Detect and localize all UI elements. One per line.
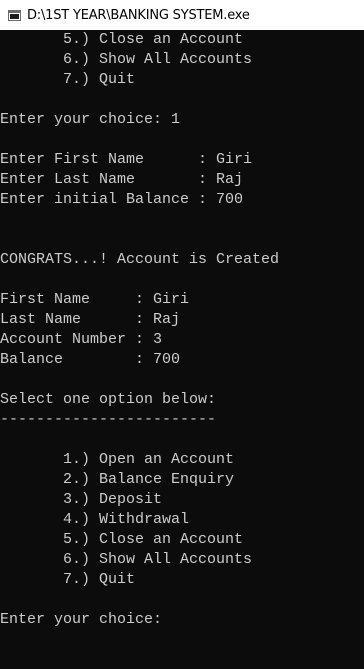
console-line: 6.) Show All Accounts	[0, 551, 253, 568]
console-line: ------------------------	[0, 411, 217, 428]
console-line: 7.) Quit	[0, 571, 136, 588]
console-output[interactable]: 5.) Close an Account 6.) Show All Accoun…	[0, 30, 364, 669]
console-line: CONGRATS...! Account is Created	[0, 251, 280, 268]
console-line: 1.) Open an Account	[0, 451, 235, 468]
console-line: Enter Last Name : Raj	[0, 171, 244, 188]
console-line: 5.) Close an Account	[0, 31, 244, 48]
console-line: 4.) Withdrawal	[0, 511, 190, 528]
console-line: Balance : 700	[0, 351, 181, 368]
console-line: Account Number : 3	[0, 331, 163, 348]
console-line: 6.) Show All Accounts	[0, 51, 253, 68]
title-bar[interactable]: D:\1ST YEAR\BANKING SYSTEM.exe	[0, 0, 364, 30]
console-prompt-line[interactable]: Enter your choice:	[0, 610, 364, 630]
console-line: 3.) Deposit	[0, 491, 163, 508]
console-line: Enter First Name : Giri	[0, 151, 253, 168]
console-line: 5.) Close an Account	[0, 531, 244, 548]
console-line: 2.) Balance Enquiry	[0, 471, 235, 488]
console-line: Enter initial Balance : 700	[0, 191, 244, 208]
window-title: D:\1ST YEAR\BANKING SYSTEM.exe	[27, 7, 250, 23]
console-line: Enter your choice: 1	[0, 111, 181, 128]
console-line: Last Name : Raj	[0, 311, 181, 328]
console-window: D:\1ST YEAR\BANKING SYSTEM.exe 5.) Close…	[0, 0, 364, 669]
console-app-icon	[8, 9, 21, 21]
console-line: First Name : Giri	[0, 291, 190, 308]
console-line: 7.) Quit	[0, 71, 136, 88]
console-line: Select one option below:	[0, 391, 217, 408]
